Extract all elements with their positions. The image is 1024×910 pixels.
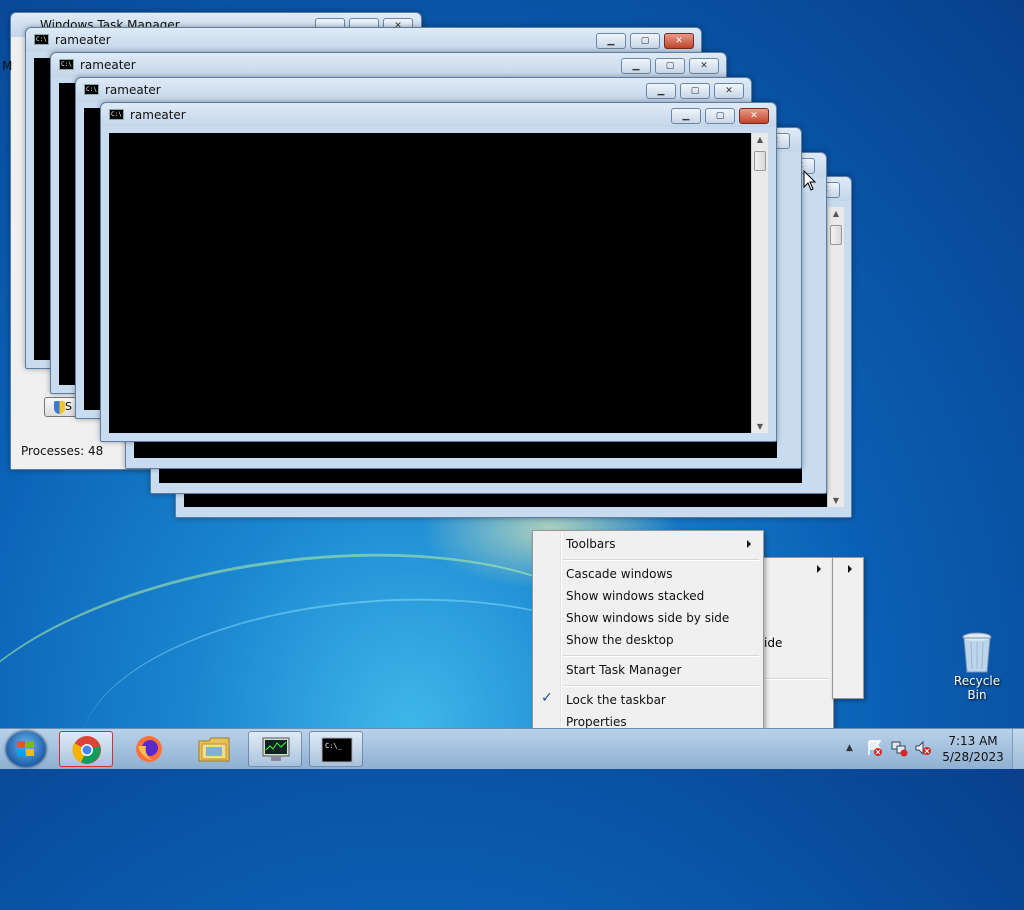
menu-item-show-desktop[interactable]: Show the desktop <box>566 633 674 647</box>
scrollbar[interactable]: ▲ ▼ <box>827 207 844 507</box>
cmd-icon: C:\ <box>84 84 99 95</box>
scroll-thumb[interactable] <box>754 151 766 171</box>
cmd-icon: C:\ <box>109 109 124 120</box>
menu-item-toolbars[interactable]: Toolbars <box>566 537 615 551</box>
system-clock[interactable]: 7:13 AM 5/28/2023 <box>940 733 1006 765</box>
close-button[interactable]: ✕ <box>664 33 694 49</box>
scroll-up-icon[interactable]: ▲ <box>752 135 768 144</box>
taskbar-cmd[interactable]: C:\_ <box>309 731 363 767</box>
minimize-button[interactable]: ▁ <box>671 108 701 124</box>
menu-item-side-by-side[interactable]: Show windows side by side <box>566 611 729 625</box>
maximize-button[interactable]: ▢ <box>705 108 735 124</box>
close-button[interactable]: ✕ <box>714 83 744 99</box>
taskbar-explorer[interactable] <box>187 731 241 767</box>
taskbar-firefox[interactable] <box>123 731 177 767</box>
tertiary-menu[interactable] <box>832 557 864 699</box>
taskbar-chrome[interactable] <box>59 731 113 767</box>
secondary-menu[interactable]: ide <box>760 557 834 729</box>
chrome-icon <box>72 736 101 764</box>
scroll-thumb[interactable] <box>830 225 842 245</box>
maximize-button[interactable]: ▢ <box>655 58 685 74</box>
volume-muted-icon[interactable] <box>914 739 932 757</box>
title-bar[interactable]: C:\ rameater ▁ ▢ ✕ <box>26 28 701 52</box>
taskbar-task-manager[interactable] <box>248 731 302 767</box>
status-processes: Processes: 48 <box>21 444 104 458</box>
submenu-arrow-icon <box>747 540 751 548</box>
title-bar[interactable]: C:\ rameater ▁ ▢ ✕ <box>101 103 776 127</box>
show-hidden-icons-button[interactable]: ▲ <box>846 743 853 753</box>
windows-logo-icon <box>17 741 35 757</box>
window-title: rameater <box>130 108 186 122</box>
uac-shield-icon <box>54 401 65 414</box>
mouse-cursor-icon <box>803 170 817 191</box>
explorer-folder-icon <box>198 737 230 762</box>
svg-text:C:\_: C:\_ <box>325 742 343 750</box>
cmd-icon: C:\ <box>59 59 74 70</box>
window-title: rameater <box>80 58 136 72</box>
taskbar-context-menu[interactable]: Toolbars Cascade windows Show windows st… <box>532 530 764 730</box>
window-title: rameater <box>105 83 161 97</box>
submenu-arrow-icon <box>817 565 821 573</box>
close-button[interactable]: ✕ <box>689 58 719 74</box>
task-manager-icon <box>262 737 290 761</box>
start-button[interactable] <box>6 731 46 767</box>
menu-item-start-task-manager[interactable]: Start Task Manager <box>566 663 681 677</box>
minimize-button[interactable]: ▁ <box>596 33 626 49</box>
clock-time: 7:13 AM <box>948 734 998 748</box>
checkmark-icon: ✓ <box>541 690 553 706</box>
action-center-icon[interactable] <box>866 739 884 757</box>
menu-item-show-windows-stacked[interactable]: Show windows stacked <box>566 589 704 603</box>
clock-date: 5/28/2023 <box>942 750 1004 764</box>
title-bar[interactable]: C:\ rameater ▁ ▢ ✕ <box>76 78 751 102</box>
menu-item-lock-taskbar[interactable]: Lock the taskbar <box>566 693 666 707</box>
recycle-bin-label: Recycle Bin <box>953 674 1001 702</box>
menu-item-properties[interactable]: Properties <box>566 715 627 729</box>
close-button[interactable]: ✕ <box>739 108 769 124</box>
show-desktop-button[interactable] <box>1012 729 1024 769</box>
menu-fragment: M <box>2 59 13 73</box>
taskbar[interactable]: C:\_ ▲ 7:13 AM 5/28/2023 <box>0 728 1024 769</box>
console-output[interactable] <box>109 133 751 433</box>
minimize-button[interactable]: ▁ <box>621 58 651 74</box>
cmd-icon: C:\ <box>34 34 49 45</box>
title-bar[interactable]: C:\ rameater ▁ ▢ ✕ <box>51 53 726 77</box>
console-window-front[interactable]: C:\ rameater ▁ ▢ ✕ ▲ ▼ <box>100 102 777 442</box>
recycle-bin-icon <box>962 632 992 674</box>
menu-fragment: ide <box>764 636 783 650</box>
window-title: rameater <box>55 33 111 47</box>
recycle-bin[interactable]: Recycle Bin <box>944 632 1010 702</box>
firefox-icon <box>136 736 162 762</box>
minimize-button[interactable]: ▁ <box>646 83 676 99</box>
scrollbar[interactable]: ▲ ▼ <box>751 133 768 433</box>
maximize-button[interactable]: ▢ <box>680 83 710 99</box>
maximize-button[interactable]: ▢ <box>630 33 660 49</box>
cmd-icon: C:\_ <box>321 737 353 763</box>
submenu-arrow-icon <box>848 565 852 573</box>
scroll-down-icon[interactable]: ▼ <box>752 422 768 431</box>
menu-item-cascade-windows[interactable]: Cascade windows <box>566 567 673 581</box>
network-icon[interactable] <box>890 739 908 757</box>
